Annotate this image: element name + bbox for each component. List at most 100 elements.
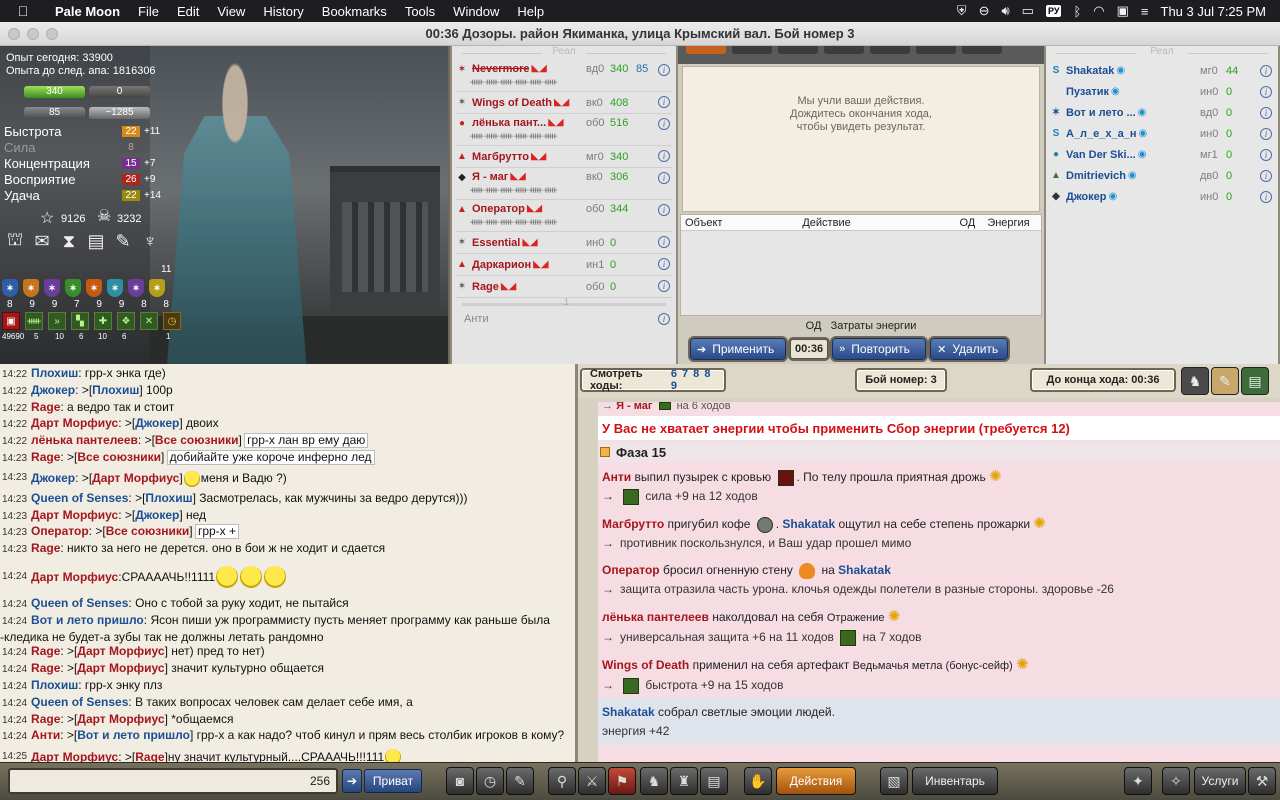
ally-name[interactable]: А_л_е_х_а_н [1066,128,1137,140]
info-icon[interactable]: i [1260,127,1272,140]
bluetooth-icon[interactable]: ᛒ [1073,4,1081,19]
menu-edit[interactable]: Edit [168,4,208,19]
enemy-name[interactable]: Nevermore [472,63,529,75]
apple-icon[interactable]:  [0,3,46,19]
control-center-icon[interactable]: ≡ [1141,4,1149,19]
group-icon[interactable]: ♞ [640,767,668,795]
menubar-clock[interactable]: Thu 3 Jul 7:25 PM [1161,4,1267,19]
battery-icon[interactable]: ▭ [1022,3,1034,19]
chat-nick[interactable]: Rage [31,712,60,726]
chat-addressee[interactable]: Дарт Морфиус [77,712,164,726]
chat-addressee[interactable]: Плохиш [92,383,139,397]
clock-icon[interactable]: ◷ [476,767,504,795]
chat-nick[interactable]: Дарт Морфиус [31,570,118,585]
send-button[interactable]: ➔ [342,769,362,793]
ally-row[interactable]: ◆ Джокер ◉ ин0 0 i [1046,186,1278,207]
chat-nick[interactable]: Queen of Senses [31,695,128,709]
chat-nick[interactable]: Джокер [31,383,75,397]
info-icon[interactable]: i [1260,64,1272,77]
action-tab[interactable] [686,46,726,54]
info-icon[interactable]: i [658,204,670,216]
apply-button[interactable]: ➔ Применить [690,338,786,360]
enemy-anti-row[interactable]: Анти i [452,308,676,330]
ally-name[interactable]: Van Der Ski... [1066,149,1136,161]
info-icon[interactable]: i [658,280,670,292]
view-moves-plate[interactable]: Смотреть ходы: 6 7 8 8 9 [580,368,726,392]
chat-message[interactable]: 14:24 Queen of Senses: Оно с тобой за рук… [0,596,575,613]
chat-message[interactable]: 14:24 Rage: >[Дарт Морфиус] значит культу… [0,661,575,678]
repeat-button[interactable]: » Повторить [832,338,927,360]
enemy-name[interactable]: лёнька пант... [472,117,546,129]
team-icon[interactable]: ♜ [670,767,698,795]
portrait-icon[interactable]: ♞ [1181,367,1209,395]
menu-history[interactable]: History [254,4,312,19]
chat-message[interactable]: 14:23 Queen of Senses: >[Плохиш] Засмотре… [0,491,575,508]
chat-input[interactable]: 256 [8,768,338,794]
ally-row[interactable]: ▲ Dmitrievich ◉ дв0 0 i [1046,165,1278,186]
pen-icon[interactable]: ✎ [506,767,534,795]
ally-row[interactable]: Пузатик ◉ ин0 0 i [1046,81,1278,102]
chat-nick[interactable]: Rage [31,661,60,675]
menu-file[interactable]: File [129,4,168,19]
enemy-row[interactable]: ✶ Wings of Death ◣◢ вк0 408 i [452,92,676,113]
enemy-row[interactable]: ✶ Essential ◣◢ ин0 0 i [452,232,676,253]
item-icon[interactable]: ❖ [117,312,135,330]
chat-nick[interactable]: Rage [31,400,60,414]
ally-name[interactable]: Джокер [1066,191,1106,203]
services-button[interactable]: Услуги [1194,767,1246,795]
flag-icon[interactable]: ⚑ [608,767,636,795]
enemy-row[interactable]: ✶ Rage ◣◢ об0 0 i [452,276,676,297]
enemy-name[interactable]: Essential [472,237,520,249]
shield-icon[interactable]: ✶ [65,279,81,297]
ally-name[interactable]: Dmitrievich [1066,170,1126,182]
menu-bookmarks[interactable]: Bookmarks [313,4,396,19]
chat-message[interactable]: 14:23 Джокер: >[Дарт Морфиус] меня и Вадю… [0,467,575,491]
enemy-row[interactable]: ▲ Даркарион ◣◢ ин1 0 i [452,254,676,275]
camera-icon[interactable]: ◙ [446,767,474,795]
hand-icon[interactable]: ✋ [744,767,772,795]
chat-addressee[interactable]: Джокер [135,508,179,522]
collapse-icon[interactable] [600,447,610,457]
view-moves-values[interactable]: 6 7 8 8 9 [671,368,716,392]
chat-nick[interactable]: Rage [31,450,60,464]
chat-addressee[interactable]: Дарт Морфиус [92,471,179,486]
info-icon[interactable]: i [1260,190,1272,203]
chat-message[interactable]: 14:22 Rage: а ведро так и стоит [0,400,575,417]
item-icon[interactable]: ▚ [71,312,89,330]
menu-view[interactable]: View [208,4,254,19]
tools-icon[interactable]: ⚒ [1248,767,1276,795]
chat-message[interactable]: 14:22 Дарт Морфиус: >[Джокер] двоих [0,416,575,433]
chat-message[interactable]: 14:24 Плохиш: грр-х энку плз [0,678,575,695]
ally-row[interactable]: S А_л_е_х_а_н ◉ ин0 0 i [1046,123,1278,144]
info-icon[interactable]: i [1260,85,1272,98]
enemy-row[interactable]: ▲ Магбрутто ◣◢ мг0 340 i [452,146,676,167]
ally-row[interactable]: ✶ Вот и лето ... ◉ вд0 0 i [1046,102,1278,123]
item-icon[interactable]: ✕ [140,312,158,330]
chat-nick[interactable]: Джокер [31,471,75,486]
ally-name[interactable]: Вот и лето ... [1066,107,1136,119]
item-icon[interactable]: ᚔ [25,312,43,330]
chat-nick[interactable]: Queen of Senses [31,491,128,505]
enemy-name[interactable]: Даркарион [472,259,531,271]
chat-nick[interactable]: Дарт Морфиус [31,416,118,430]
action-tab[interactable] [962,46,1002,54]
scroll-icon[interactable]: ✎ [1211,367,1239,395]
hourglass-icon[interactable]: ⧗ [58,230,80,252]
mailbox-icon[interactable]: ✉ [31,230,53,252]
enemy-row[interactable]: ▲ Оператор ◣◢ об0 344 i ᚔᚔᚔᚔᚔᚔ [452,200,676,231]
scroll-icon[interactable]: ▤ [85,230,107,252]
books-icon[interactable]: ▤ [700,767,728,795]
info-icon[interactable]: i [658,118,670,130]
ally-name[interactable]: Пузатик [1066,86,1109,98]
enemy-name[interactable]: Оператор [472,203,525,215]
chat-nick[interactable]: Плохиш [31,678,78,692]
action-tab[interactable] [824,46,864,54]
shield-icon[interactable]: ✶ [23,279,39,297]
chat-message[interactable]: 14:22 Джокер: >[Плохиш] 100р [0,383,575,400]
shield-icon[interactable]: ✶ [86,279,102,297]
chat-message[interactable]: -кледика не будет-а зубы так не должны л… [0,630,575,645]
chat-message[interactable]: 14:23 Дарт Морфиус: >[Джокер] нед [0,508,575,525]
ally-name[interactable]: Shakatak [1066,65,1114,77]
chat-nick[interactable]: Дарт Морфиус [31,508,118,522]
chat-message[interactable]: 14:22 Плохиш: грр-х энка где) [0,366,575,383]
